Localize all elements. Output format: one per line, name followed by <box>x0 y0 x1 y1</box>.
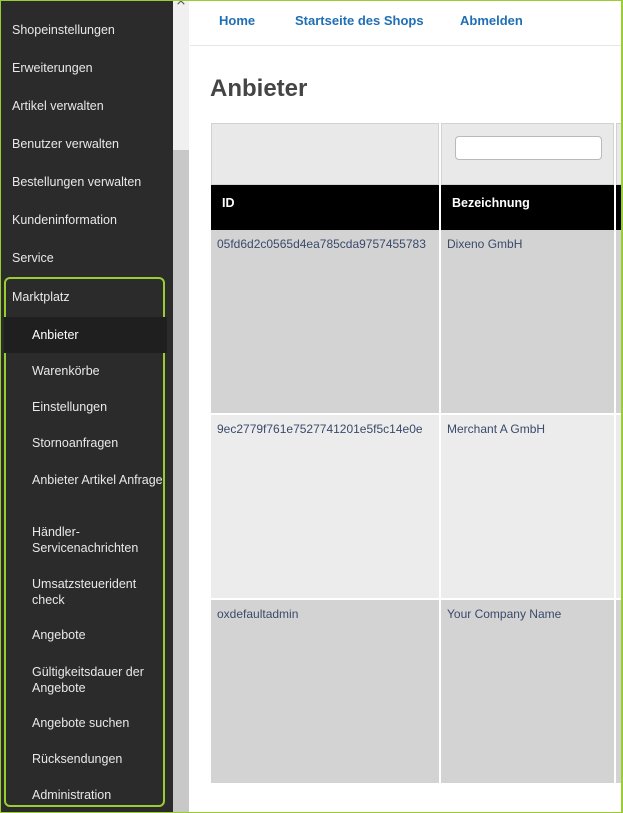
cell-id[interactable]: 05fd6d2c0565d4ea785cda9757455783 <box>211 230 439 413</box>
table-row[interactable]: 9ec2779f761e7527741201e5f5c14e0e Merchan… <box>211 415 623 600</box>
cell-id[interactable]: oxdefaultadmin <box>211 600 439 783</box>
submenu-item-angebote[interactable]: Angebote <box>6 617 163 653</box>
submenu-item-haendler-servicenachrichten[interactable]: Händler-Servicenachrichten <box>6 513 163 565</box>
sidebar-item-erweiterungen[interactable]: Erweiterungen <box>0 49 173 87</box>
submenu-item-ruecksendungen[interactable]: Rücksendungen <box>6 741 163 777</box>
sidebar-item-shopeinstellungen[interactable]: Shopeinstellungen <box>0 11 173 49</box>
cell-name[interactable]: Merchant A GmbH <box>441 415 614 598</box>
sidebar-item-kundeninformation[interactable]: Kundeninformation <box>0 201 173 239</box>
marketplace-section: Marktplatz Anbieter Warenkörbe Einstellu… <box>4 277 167 807</box>
submenu-item-angebote-suchen[interactable]: Angebote suchen <box>6 705 163 741</box>
filter-row <box>211 123 623 185</box>
sidebar-item-artikel-verwalten[interactable]: Artikel verwalten <box>0 87 173 125</box>
vendor-table: ID Bezeichnung 05fd6d2c0565d4ea785cda975… <box>211 123 623 785</box>
close-icon[interactable]: × <box>175 0 187 8</box>
column-header-more[interactable] <box>616 185 623 230</box>
sidebar-item-service[interactable]: Service <box>0 239 173 277</box>
sidebar-nav: Shopeinstellungen Erweiterungen Artikel … <box>0 11 173 277</box>
sidebar-item-bestellungen-verwalten[interactable]: Bestellungen verwalten <box>0 163 173 201</box>
cell-name[interactable]: Dixeno GmbH <box>441 230 614 413</box>
filter-cell-name <box>441 123 614 185</box>
sidebar: Shopeinstellungen Erweiterungen Artikel … <box>0 0 173 813</box>
home-link[interactable]: Home <box>219 13 255 28</box>
cell-more <box>616 230 623 413</box>
table-row[interactable]: 05fd6d2c0565d4ea785cda9757455783 Dixeno … <box>211 230 623 415</box>
table-row[interactable]: oxdefaultadmin Your Company Name <box>211 600 623 785</box>
submenu-item-warenkoerbe[interactable]: Warenkörbe <box>6 353 163 389</box>
filter-cell-id <box>211 123 439 185</box>
submenu-item-anbieter-artikel-anfrage[interactable]: Anbieter Artikel Anfrage <box>6 461 163 513</box>
shop-start-link[interactable]: Startseite des Shops <box>295 13 424 28</box>
submenu-item-gueltigkeitsdauer[interactable]: Gültigkeitsdauer der Angebote <box>6 653 163 705</box>
submenu-item-administration[interactable]: Administration <box>6 777 163 813</box>
filter-cell-more <box>616 123 623 185</box>
column-header-id[interactable]: ID <box>211 185 439 230</box>
column-header-name[interactable]: Bezeichnung <box>441 185 614 230</box>
cell-name[interactable]: Your Company Name <box>441 600 614 783</box>
sidebar-scrollbar-thumb[interactable] <box>173 150 189 813</box>
name-filter-input[interactable] <box>455 136 602 160</box>
submenu-item-umsatzsteuerident-check[interactable]: Umsatzsteuerident check <box>6 565 163 617</box>
logout-link[interactable]: Abmelden <box>460 13 523 28</box>
submenu-item-stornoanfragen[interactable]: Stornoanfragen <box>6 425 163 461</box>
cell-id[interactable]: 9ec2779f761e7527741201e5f5c14e0e <box>211 415 439 598</box>
page-title: Anbieter <box>210 75 308 102</box>
cell-more <box>616 415 623 598</box>
table-header-row: ID Bezeichnung <box>211 185 623 230</box>
submenu-item-einstellungen[interactable]: Einstellungen <box>6 389 163 425</box>
top-nav: Home Startseite des Shops Abmelden <box>190 0 623 46</box>
submenu-item-anbieter[interactable]: Anbieter <box>4 317 167 353</box>
sidebar-item-marktplatz[interactable]: Marktplatz <box>6 279 163 317</box>
cell-more <box>616 600 623 783</box>
sidebar-item-benutzer-verwalten[interactable]: Benutzer verwalten <box>0 125 173 163</box>
